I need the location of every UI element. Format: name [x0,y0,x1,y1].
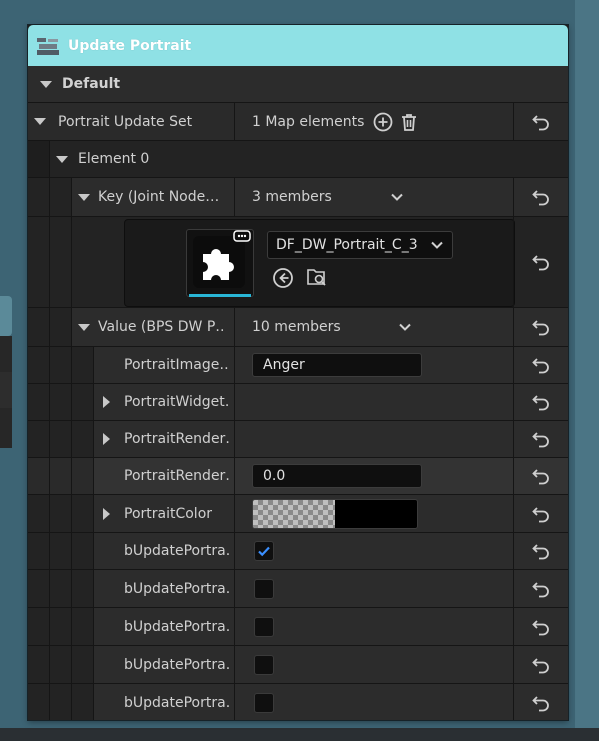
adjacent-panel-fragment [0,408,12,448]
property-label: PortraitRender… [124,431,230,447]
trash-icon[interactable] [398,111,420,133]
expand-arrow-icon[interactable] [94,390,118,414]
portrait-render-input[interactable]: 0.0 [252,464,422,488]
property-row-portrait-render-a: PortraitRender… [28,421,568,458]
property-label: Key (Joint Node… [98,189,220,205]
reset-to-default-icon[interactable] [531,617,551,637]
map-element-header[interactable]: Element 0 [28,141,568,178]
property-label: PortraitWidget… [124,394,230,410]
value-members-count: 10 members [252,319,341,335]
collapse-arrow-icon[interactable] [72,185,96,209]
property-label: bUpdatePortra… [124,656,230,673]
adjacent-panel-fragment [0,336,12,373]
property-label: bUpdatePortra… [124,580,230,597]
window-title-bar[interactable]: Update Portrait [28,25,568,66]
property-row-portrait-widget: PortraitWidget… [28,384,568,421]
property-label: PortraitImage… [124,357,230,373]
background-shade [575,0,599,728]
property-label: bUpdatePortra… [124,694,230,711]
reset-to-default-icon[interactable] [531,317,551,337]
blueprint-badge-icon [233,230,251,242]
map-count: 1 Map elements [252,113,365,130]
adjacent-panel-fragment [0,372,12,409]
collapse-arrow-icon[interactable] [28,110,52,134]
reset-to-default-icon[interactable] [531,655,551,675]
alpha-checker [253,499,335,528]
property-label: bUpdatePortra… [124,543,230,559]
reset-to-default-icon[interactable] [531,392,551,412]
collapse-arrow-icon[interactable] [50,147,74,171]
property-row-portrait-render-b: PortraitRender… 0.0 [28,458,568,495]
property-label: bUpdatePortra… [124,618,230,635]
background-strip [0,728,599,741]
expand-arrow-icon[interactable] [94,502,118,526]
color-preview [335,499,417,528]
asset-thumbnail[interactable] [186,229,254,297]
reset-to-default-icon[interactable] [531,693,551,713]
reset-to-default-icon[interactable] [531,252,551,272]
field-list: PortraitImage… Anger PortraitWidget… Por… [28,347,568,720]
property-label: PortraitColor [124,505,213,522]
asset-picker: DF_DW_Portrait_C_3 [124,219,515,307]
property-row-bupdate-1: bUpdatePortra… [28,533,568,570]
property-row-portrait-color: PortraitColor [28,495,568,533]
key-members-count: 3 members [252,189,332,205]
checkbox-unchecked[interactable] [254,692,274,713]
checkbox-checked[interactable] [254,541,274,561]
color-swatch[interactable] [252,498,418,529]
property-row-bupdate-2: bUpdatePortra… [28,570,568,608]
checkbox-unchecked[interactable] [254,578,274,599]
element-label: Element 0 [78,151,150,167]
window-title: Update Portrait [68,37,192,54]
adjacent-panel-fragment [0,296,12,336]
property-row-value: Value (BPS DW P… 10 members [28,308,568,347]
category-header-default[interactable]: Default [28,66,568,103]
reset-to-default-icon[interactable] [531,579,551,599]
asset-dropdown[interactable]: DF_DW_Portrait_C_3 [267,231,453,259]
chevron-down-icon[interactable] [390,190,404,204]
property-row-portrait-update-set: Portrait Update Set 1 Map elements [28,103,568,141]
checkmark-icon [258,546,270,557]
reset-to-default-icon[interactable] [531,541,551,561]
checkbox-unchecked[interactable] [254,654,274,675]
reset-to-default-icon[interactable] [531,504,551,524]
property-row-bupdate-4: bUpdatePortra… [28,646,568,684]
asset-name: DF_DW_Portrait_C_3 [276,237,418,253]
reset-to-default-icon[interactable] [531,429,551,449]
asset-picker-row: DF_DW_Portrait_C_3 [28,217,568,308]
property-label: Value (BPS DW P… [98,319,226,335]
chevron-down-icon [431,241,443,249]
use-selected-asset-icon[interactable] [272,267,294,289]
expand-arrow-icon[interactable] [94,427,118,451]
node-icon [36,35,60,57]
reset-to-default-icon[interactable] [531,466,551,486]
property-row-bupdate-5: bUpdatePortra… [28,684,568,720]
chevron-down-icon[interactable] [398,320,412,334]
reset-to-default-icon[interactable] [531,112,551,132]
property-row-portrait-image: PortraitImage… Anger [28,347,568,384]
thumbnail-underline [189,294,251,297]
reset-to-default-icon[interactable] [531,355,551,375]
property-label: PortraitRender… [124,468,230,484]
collapse-arrow-icon[interactable] [72,315,96,339]
category-label: Default [62,76,121,92]
reset-to-default-icon[interactable] [531,187,551,207]
property-row-key: Key (Joint Node… 3 members [28,178,568,217]
collapse-arrow-icon[interactable] [34,72,58,96]
portrait-image-input[interactable]: Anger [252,353,422,377]
property-row-bupdate-3: bUpdatePortra… [28,608,568,646]
property-label: Portrait Update Set [58,113,193,130]
details-panel: Update Portrait Default Portrait Update … [28,25,568,720]
browse-asset-icon[interactable] [306,267,328,289]
checkbox-unchecked[interactable] [254,616,274,637]
add-element-icon[interactable] [372,111,394,133]
